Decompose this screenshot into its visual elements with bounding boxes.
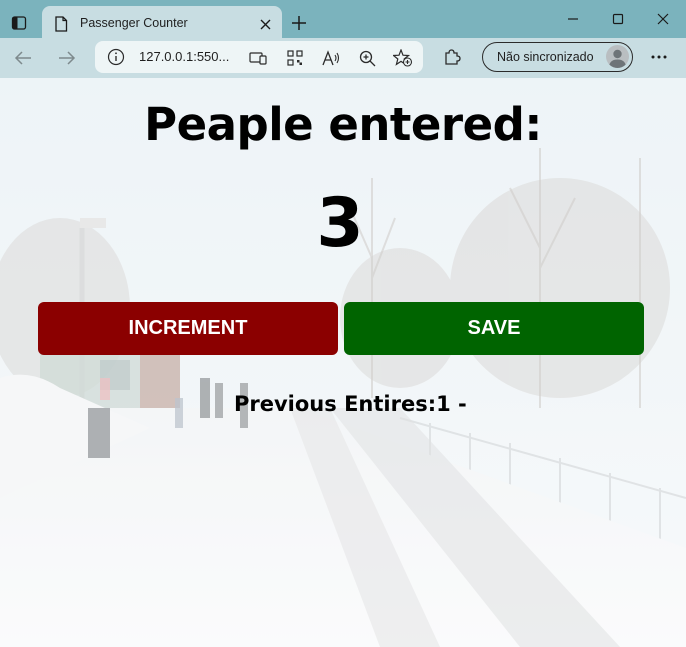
- qr-code-button[interactable]: [284, 47, 306, 69]
- tab-close-button[interactable]: [254, 13, 276, 35]
- arrow-right-icon: [59, 51, 76, 65]
- previous-entries: Previous Entires:1 -: [234, 392, 467, 416]
- profile-button[interactable]: Não sincronizado: [482, 42, 633, 72]
- read-aloud-button[interactable]: [320, 47, 342, 69]
- previous-entries-label: Previous Entires:: [234, 392, 437, 416]
- plus-icon: [292, 16, 306, 30]
- background-photo: [0, 78, 686, 647]
- info-icon[interactable]: [107, 48, 125, 66]
- count-display: 3: [316, 184, 364, 263]
- address-bar[interactable]: 127.0.0.1:550...: [95, 41, 423, 73]
- tab-actions-icon: [11, 16, 27, 30]
- zoom-button[interactable]: [356, 47, 378, 69]
- close-icon: [260, 19, 270, 29]
- save-button[interactable]: SAVE: [344, 302, 644, 355]
- close-icon: [657, 13, 669, 25]
- page-viewport: Peaple entered: 3 INCREMENT SAVE Previou…: [0, 78, 686, 647]
- profile-label: Não sincronizado: [497, 50, 594, 64]
- previous-entries-values: 1 -: [436, 392, 467, 416]
- minimize-icon: [568, 18, 578, 20]
- tab-actions-button[interactable]: [6, 11, 32, 35]
- tab-title: Passenger Counter: [80, 16, 188, 30]
- extensions-button[interactable]: [438, 43, 466, 71]
- increment-button[interactable]: INCREMENT: [38, 302, 338, 355]
- person-icon: [609, 49, 626, 68]
- url-text[interactable]: 127.0.0.1:550...: [139, 49, 229, 64]
- zoom-in-icon: [359, 50, 375, 66]
- close-window-button[interactable]: [640, 0, 686, 38]
- more-icon: [651, 55, 667, 59]
- arrow-left-icon: [14, 51, 31, 65]
- browser-toolbar: 127.0.0.1:550... Não sincronizado: [0, 38, 686, 78]
- page-icon: [55, 16, 68, 32]
- maximize-icon: [612, 13, 624, 25]
- maximize-button[interactable]: [595, 0, 641, 38]
- page-title: Peaple entered:: [144, 98, 542, 151]
- app-install-icon: [249, 52, 267, 65]
- back-button[interactable]: [8, 43, 38, 73]
- add-favorite-icon: [393, 49, 413, 67]
- app-install-button[interactable]: [247, 47, 269, 69]
- qr-code-icon: [287, 50, 303, 66]
- forward-button[interactable]: [52, 43, 82, 73]
- new-tab-button[interactable]: [286, 10, 312, 36]
- read-aloud-icon: [322, 50, 340, 66]
- more-options-button[interactable]: [645, 43, 673, 71]
- extensions-icon: [445, 49, 461, 65]
- minimize-button[interactable]: [550, 0, 596, 38]
- add-favorite-button[interactable]: [392, 47, 414, 69]
- avatar: [606, 45, 629, 68]
